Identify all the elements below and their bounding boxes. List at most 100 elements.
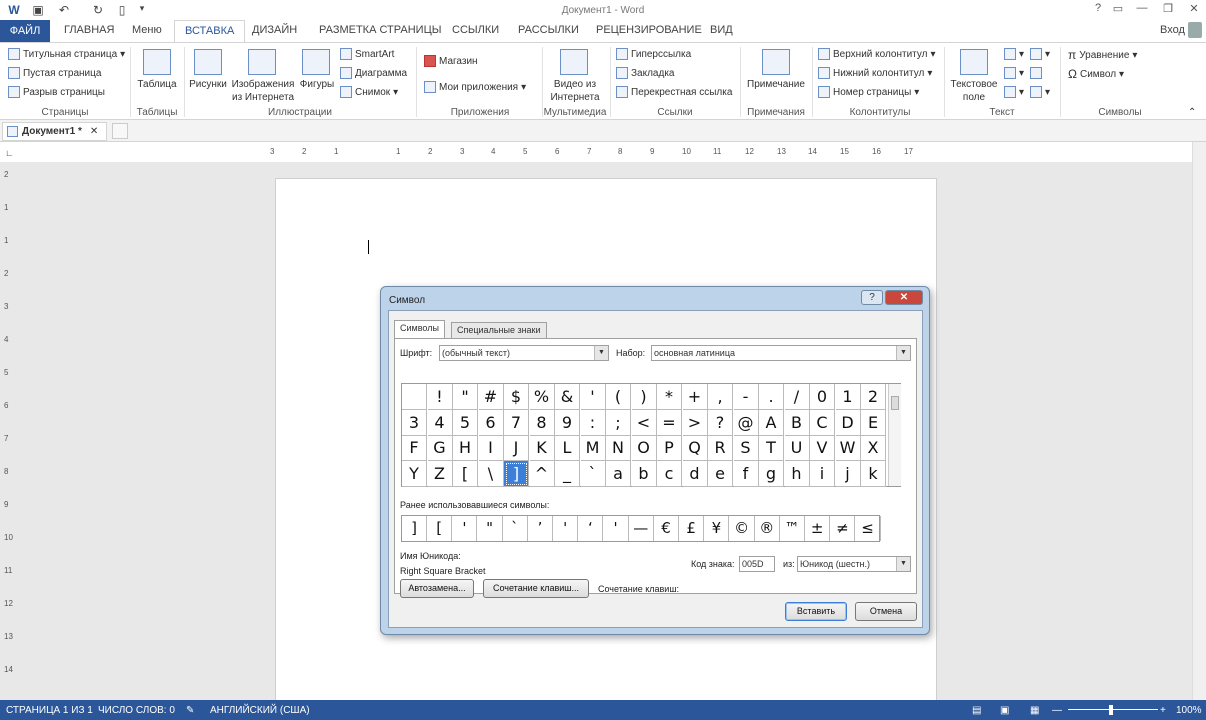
symbol-cell[interactable]: d: [682, 460, 708, 487]
shortcut-key-button[interactable]: Сочетание клавиш...: [483, 579, 589, 598]
symbol-cell[interactable]: P: [657, 435, 682, 461]
symbol-cell[interactable]: +: [682, 384, 708, 410]
symbol-cell[interactable]: V: [810, 435, 835, 461]
symbol-cell[interactable]: 1: [835, 384, 861, 410]
symbol-cell[interactable]: L: [555, 435, 580, 461]
symbol-cell[interactable]: Q: [682, 435, 708, 461]
pictures-button[interactable]: Рисунки: [185, 78, 231, 91]
symbol-cell[interactable]: c: [657, 460, 682, 487]
symbol-cell[interactable]: !: [427, 384, 453, 410]
tab-symbols[interactable]: Символы: [394, 320, 445, 338]
recent-symbol-cell[interactable]: ±: [805, 516, 831, 541]
new-tab-button[interactable]: [112, 123, 128, 139]
recent-symbol-cell[interactable]: £: [679, 516, 705, 541]
quick-parts-button[interactable]: ▾: [1004, 48, 1024, 60]
symbol-cell[interactable]: 0: [810, 384, 835, 410]
symbol-cell[interactable]: .: [759, 384, 784, 410]
date-time-button[interactable]: [1030, 67, 1042, 79]
tab-home[interactable]: ГЛАВНАЯ: [64, 24, 114, 36]
symbol-grid[interactable]: ! " # $% & '() * +, -./0 1 2 3 4 5 6 7 8 9:; < = >? @ A B C D E F G H…: [401, 383, 901, 487]
word-count[interactable]: ЧИСЛО СЛОВ: 0: [98, 705, 175, 716]
page-count[interactable]: СТРАНИЦА 1 ИЗ 1: [6, 705, 93, 716]
signin-link[interactable]: Вход: [1160, 24, 1185, 36]
footer-button[interactable]: Нижний колонтитул ▾: [818, 67, 932, 79]
symbol-cell[interactable]: N: [606, 435, 631, 461]
symbol-cell[interactable]: =: [657, 409, 682, 436]
dialog-help-button[interactable]: ?: [861, 290, 883, 305]
recent-symbols[interactable]: ][' " `’ ' ‘' — € £ ¥ © ® ™ ± ≠ ≤: [401, 515, 881, 542]
document-tab[interactable]: Документ1 * ✕: [2, 122, 107, 141]
font-select[interactable]: (обычный текст) ▼: [439, 345, 609, 361]
equation-button[interactable]: π Уравнение ▾: [1068, 48, 1137, 62]
symbol-cell[interactable]: 6: [478, 409, 504, 436]
symbol-cell[interactable]: \: [478, 460, 504, 487]
shapes-icon[interactable]: [302, 49, 330, 75]
symbol-cell[interactable]: ': [580, 384, 606, 410]
symbol-cell[interactable]: B: [784, 409, 810, 436]
zoom-out-icon[interactable]: —: [1052, 705, 1062, 716]
recent-symbol-cell[interactable]: ™: [780, 516, 805, 541]
symbol-cell[interactable]: J: [504, 435, 529, 461]
store-button[interactable]: Магазин: [424, 55, 478, 67]
zoom-slider[interactable]: [1068, 709, 1158, 710]
autocorrect-button[interactable]: Автозамена...: [400, 579, 474, 598]
symbol-cell[interactable]: G: [427, 435, 453, 461]
recent-symbol-cell[interactable]: ©: [730, 516, 755, 541]
tab-design[interactable]: ДИЗАЙН: [252, 24, 297, 36]
text-box-line2[interactable]: поле: [946, 91, 1002, 104]
comment-icon[interactable]: [762, 49, 790, 75]
symbol-cell[interactable]: e: [708, 460, 733, 487]
symbol-cell[interactable]: T: [759, 435, 784, 461]
web-layout-icon[interactable]: ▦: [1030, 705, 1039, 716]
symbol-cell[interactable]: W: [835, 435, 861, 461]
vertical-ruler[interactable]: 2 1 1 2 3 4 5 6 7 8 9 10 11 12 13 14: [4, 170, 16, 700]
symbol-cell[interactable]: @: [733, 409, 759, 436]
symbol-cell[interactable]: C: [810, 409, 835, 436]
table-button[interactable]: Таблица: [132, 78, 182, 91]
symbol-cell[interactable]: 4: [427, 409, 453, 436]
recent-symbol-cell[interactable]: ": [478, 516, 503, 541]
symbol-cell[interactable]: A: [759, 409, 784, 436]
online-pictures-icon[interactable]: [248, 49, 276, 75]
symbol-cell[interactable]: M: [580, 435, 606, 461]
symbol-cell[interactable]: $: [504, 384, 529, 410]
zoom-in-icon[interactable]: +: [1160, 705, 1166, 716]
symbol-cell[interactable]: 2: [861, 384, 886, 410]
drop-cap-button[interactable]: ▾: [1004, 86, 1024, 98]
online-video-line2[interactable]: Интернета: [544, 91, 606, 104]
symbol-cell[interactable]: H: [453, 435, 478, 461]
recent-symbol-cell[interactable]: €: [654, 516, 679, 541]
symbol-cell[interactable]: a: [606, 460, 631, 487]
signature-line-button[interactable]: ▾: [1030, 48, 1050, 60]
cross-reference-button[interactable]: Перекрестная ссылка: [616, 86, 732, 98]
read-mode-icon[interactable]: ▤: [972, 705, 981, 716]
symbol-cell[interactable]: -: [733, 384, 759, 410]
symbol-cell[interactable]: 9: [555, 409, 580, 436]
symbol-cell[interactable]: U: [784, 435, 810, 461]
hyperlink-button[interactable]: Гиперссылка: [616, 48, 691, 60]
symbol-cell[interactable]: <: [631, 409, 657, 436]
symbol-cell[interactable]: 8: [529, 409, 555, 436]
symbol-cell[interactable]: R: [708, 435, 733, 461]
tab-file[interactable]: ФАЙЛ: [0, 20, 50, 42]
tab-view[interactable]: ВИД: [710, 24, 733, 36]
symbol-cell[interactable]: Y: [402, 460, 427, 487]
recent-symbol-cell[interactable]: ': [553, 516, 579, 541]
recent-symbol-cell[interactable]: ': [604, 516, 629, 541]
symbol-cell[interactable]: h: [784, 460, 810, 487]
help-button[interactable]: ?: [1088, 2, 1108, 14]
close-tab-icon[interactable]: ✕: [90, 126, 98, 137]
pictures-icon[interactable]: [194, 49, 222, 75]
symbol-cell[interactable]: j: [835, 460, 861, 487]
text-box-icon[interactable]: [960, 49, 988, 75]
symbol-cell[interactable]: g: [759, 460, 784, 487]
recent-symbol-cell[interactable]: ®: [755, 516, 780, 541]
symbol-cell[interactable]: E: [861, 409, 886, 436]
tab-layout[interactable]: РАЗМЕТКА СТРАНИЦЫ: [319, 24, 441, 36]
symbol-cell[interactable]: %: [529, 384, 555, 410]
avatar[interactable]: [1188, 22, 1202, 38]
maximize-button[interactable]: ❐: [1158, 2, 1178, 15]
symbol-cell[interactable]: ;: [606, 409, 631, 436]
symbol-cell[interactable]: (: [606, 384, 631, 410]
symbol-cell[interactable]: `: [580, 460, 606, 487]
